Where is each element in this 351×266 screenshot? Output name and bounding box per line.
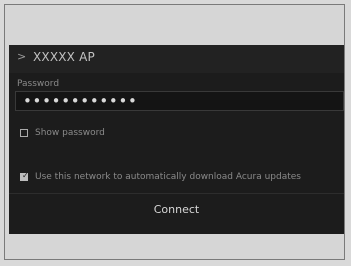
password-label: Password	[17, 79, 60, 89]
wifi-password-screen: > XXXXX AP Password •••••••••••• Show pa…	[9, 45, 344, 234]
show-password-checkbox[interactable]	[20, 129, 28, 137]
auto-download-label: Use this network to automatically downlo…	[35, 172, 301, 182]
divider	[9, 193, 344, 194]
password-field[interactable]: ••••••••••••	[15, 91, 344, 111]
password-value: ••••••••••••	[23, 92, 138, 110]
chevron-right-icon[interactable]: >	[17, 50, 26, 63]
auto-download-checkbox[interactable]: ✓	[20, 171, 29, 181]
check-icon: ✓	[22, 171, 29, 180]
show-password-label: Show password	[35, 128, 105, 138]
connect-button[interactable]: Connect	[9, 197, 344, 223]
header-bar: > XXXXX AP	[9, 45, 344, 73]
network-name: XXXXX AP	[33, 50, 95, 64]
